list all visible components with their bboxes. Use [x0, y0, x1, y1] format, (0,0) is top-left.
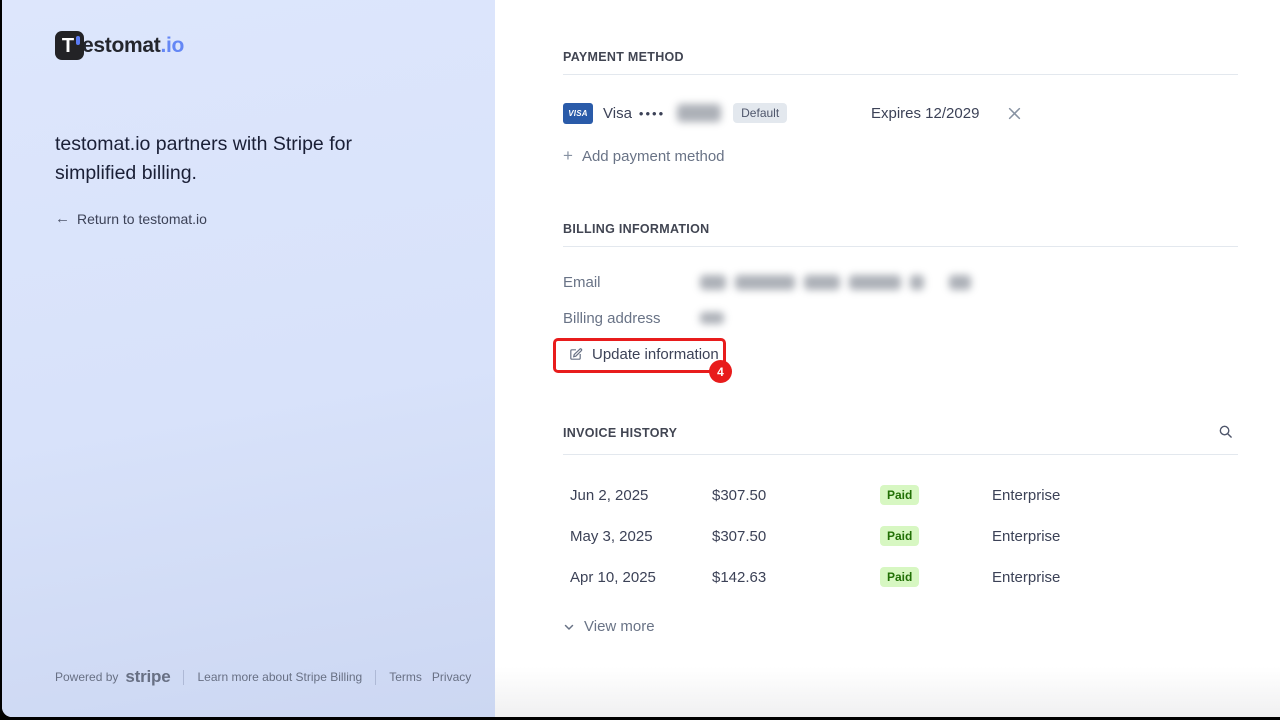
invoice-amount: $142.63 [712, 569, 766, 586]
invoice-status-badge: Paid [880, 485, 919, 505]
annotation-highlight-box [553, 338, 726, 373]
return-to-merchant-link[interactable]: ← Return to testomat.io [55, 210, 207, 227]
redacted-card-last4 [677, 104, 721, 122]
invoice-date: May 3, 2025 [570, 528, 653, 545]
stripe-logo-link[interactable]: stripe [125, 667, 170, 687]
partner-headline: testomat.io partners with Stripe for sim… [55, 130, 355, 188]
email-row: Email [563, 272, 1238, 292]
invoice-plan: Enterprise [992, 569, 1060, 586]
chevron-down-icon [563, 621, 575, 633]
testomat-logo: T estomat.io [55, 31, 184, 60]
arrow-left-icon: ← [55, 210, 70, 227]
invoice-row[interactable]: May 3, 2025 $307.50 Paid Enterprise [563, 528, 1238, 550]
billing-address-row: Billing address [563, 308, 1238, 328]
main-content: PAYMENT METHOD VISA Visa •••• Default Ex… [495, 0, 1280, 717]
plus-icon: + [563, 146, 573, 166]
annotation-step-badge: 4 [709, 360, 732, 383]
billing-information-title: BILLING INFORMATION [563, 222, 709, 236]
search-invoices-button[interactable] [1218, 424, 1238, 444]
invoice-amount: $307.50 [712, 487, 766, 504]
redacted-email-value [700, 275, 971, 290]
sidebar: T estomat.io testomat.io partners with S… [2, 0, 495, 717]
terms-link[interactable]: Terms [389, 670, 422, 684]
footer-divider [375, 670, 376, 685]
billing-address-label: Billing address [563, 310, 700, 327]
payment-method-title: PAYMENT METHOD [563, 50, 684, 64]
payment-card-row: VISA Visa •••• Default Expires 12/2029 [563, 100, 1238, 126]
section-divider [563, 454, 1238, 455]
invoice-plan: Enterprise [992, 528, 1060, 545]
invoice-plan: Enterprise [992, 487, 1060, 504]
card-brand-label: Visa [603, 105, 632, 122]
invoice-row[interactable]: Jun 2, 2025 $307.50 Paid Enterprise [563, 487, 1238, 509]
invoice-status-badge: Paid [880, 526, 919, 546]
billing-portal-window: T estomat.io testomat.io partners with S… [2, 0, 1280, 717]
powered-by-label: Powered by [55, 670, 118, 684]
invoice-date: Jun 2, 2025 [570, 487, 648, 504]
section-divider [563, 74, 1238, 75]
sidebar-footer: Powered by stripe Learn more about Strip… [55, 667, 471, 687]
privacy-link[interactable]: Privacy [432, 670, 471, 684]
learn-more-link[interactable]: Learn more about Stripe Billing [197, 670, 362, 684]
invoice-history-title: INVOICE HISTORY [563, 426, 677, 440]
testomat-logo-icon: T [55, 31, 84, 60]
logo-wordmark-accent: .io [160, 34, 184, 57]
section-divider [563, 246, 1238, 247]
logo-wordmark: estomat.io [82, 34, 184, 58]
view-more-button[interactable]: View more [563, 618, 655, 635]
close-icon [1008, 107, 1021, 120]
card-expiry-label: Expires 12/2029 [871, 105, 979, 122]
redacted-address-value [700, 312, 724, 324]
logo-letter: T [62, 36, 74, 56]
default-badge: Default [733, 103, 787, 123]
invoice-row[interactable]: Apr 10, 2025 $142.63 Paid Enterprise [563, 569, 1238, 591]
view-more-label: View more [584, 618, 655, 635]
footer-divider [183, 670, 184, 685]
search-icon [1218, 424, 1233, 439]
invoice-date: Apr 10, 2025 [570, 569, 656, 586]
visa-card-icon: VISA [563, 103, 593, 124]
invoice-status-badge: Paid [880, 567, 919, 587]
card-number-dots: •••• [639, 106, 665, 121]
add-payment-method-label: Add payment method [582, 148, 725, 165]
email-label: Email [563, 274, 700, 291]
invoice-amount: $307.50 [712, 528, 766, 545]
remove-card-button[interactable] [1005, 104, 1023, 122]
return-link-label: Return to testomat.io [77, 211, 207, 227]
logo-tick-accent [76, 36, 80, 45]
add-payment-method-button[interactable]: + Add payment method [563, 146, 725, 166]
